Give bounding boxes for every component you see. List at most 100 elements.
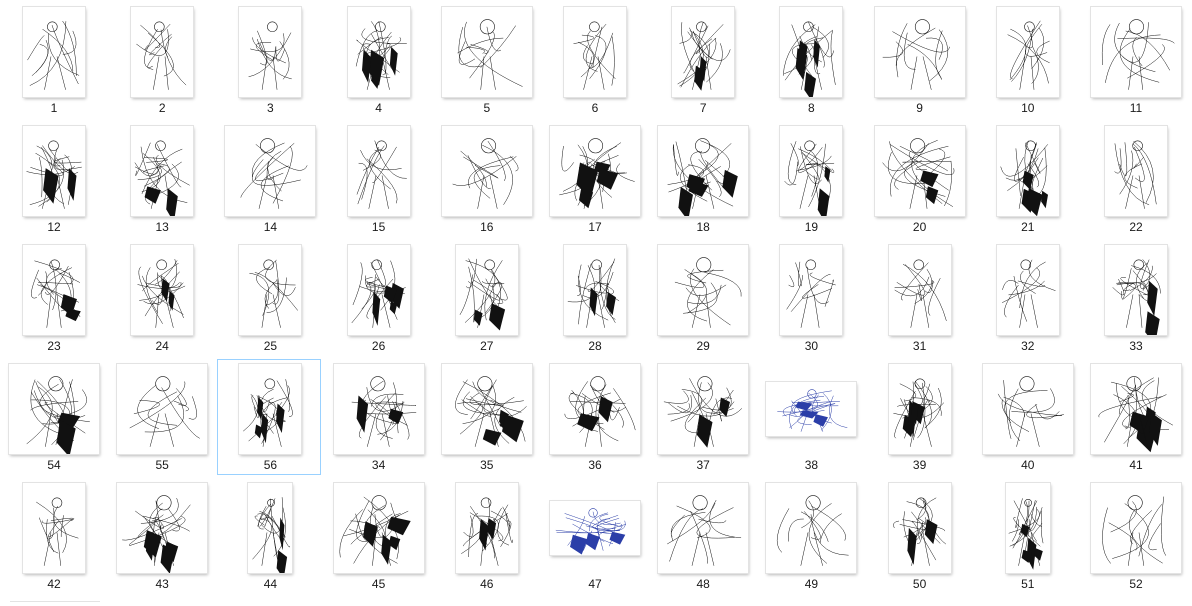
file-item-45[interactable]: 45 [326,478,430,594]
lineart-sketch-thumbnail[interactable] [996,245,1059,335]
lineart-sketch-thumbnail[interactable] [996,7,1059,97]
file-item-2[interactable]: 2 [109,2,213,118]
lineart-sketch-thumbnail[interactable] [117,364,208,454]
file-item-38[interactable]: 38 [758,359,862,475]
lineart-sketch-thumbnail[interactable] [23,483,85,573]
lineart-sketch-thumbnail[interactable] [1091,364,1181,454]
lineart-sketch-thumbnail[interactable] [1091,483,1181,573]
lineart-sketch-thumbnail[interactable] [239,364,302,454]
lineart-sketch-thumbnail[interactable] [658,483,749,573]
file-item-50[interactable]: 50 [867,478,971,594]
file-item-36[interactable]: 36 [542,359,646,475]
lineart-sketch-thumbnail[interactable] [455,245,518,335]
file-item-5[interactable]: 5 [434,2,538,118]
file-item-17[interactable]: 17 [542,121,646,237]
lineart-sketch-thumbnail[interactable] [441,364,532,454]
lineart-sketch-thumbnail[interactable] [455,483,518,573]
lineart-sketch-thumbnail[interactable] [117,483,208,573]
lineart-sketch-thumbnail[interactable] [441,7,532,97]
lineart-sketch-thumbnail[interactable] [874,7,965,97]
lineart-sketch-thumbnail[interactable] [658,245,749,335]
lineart-sketch-thumbnail[interactable] [888,364,951,454]
lineart-sketch-thumbnail[interactable] [550,364,640,454]
lineart-sketch-thumbnail[interactable] [1091,7,1181,97]
lineart-sketch-thumbnail[interactable] [766,483,857,573]
file-item-24[interactable]: 24 [109,240,213,356]
file-item-54[interactable]: 54 [1,359,105,475]
file-item-6[interactable]: 6 [542,2,646,118]
lineart-sketch-thumbnail[interactable] [982,364,1073,454]
file-item-29[interactable]: 29 [650,240,754,356]
lineart-sketch-thumbnail[interactable] [347,126,410,216]
file-item-35[interactable]: 35 [434,359,538,475]
file-item-33[interactable]: 33 [1083,240,1187,356]
lineart-sketch-thumbnail[interactable] [239,245,302,335]
file-item-10[interactable]: 10 [975,2,1079,118]
lineart-sketch-thumbnail[interactable] [23,245,85,335]
file-item-25[interactable]: 25 [217,240,321,356]
file-item-55[interactable]: 55 [109,359,213,475]
file-item-56[interactable]: 56 [217,359,322,475]
lineart-sketch-thumbnail[interactable] [996,126,1059,216]
lineart-sketch-thumbnail[interactable] [248,483,293,573]
file-item-12[interactable]: 12 [1,121,105,237]
file-item-43[interactable]: 43 [109,478,213,594]
lineart-sketch-thumbnail[interactable] [23,126,85,216]
file-item-46[interactable]: 46 [434,478,538,594]
file-item-1[interactable]: 1 [1,2,105,118]
file-item-28[interactable]: 28 [542,240,646,356]
file-item-41[interactable]: 41 [1083,359,1187,475]
file-item-47[interactable]: 47 [542,478,646,594]
lineart-sketch-thumbnail[interactable] [780,126,843,216]
file-item-40[interactable]: 40 [975,359,1079,475]
lineart-sketch-thumbnail[interactable] [874,126,965,216]
file-item-26[interactable]: 26 [326,240,430,356]
file-item-32[interactable]: 32 [975,240,1079,356]
lineart-sketch-thumbnail[interactable] [564,245,626,335]
lineart-sketch-thumbnail[interactable] [658,364,749,454]
file-item-8[interactable]: 8 [758,2,862,118]
file-item-48[interactable]: 48 [650,478,754,594]
file-item-7[interactable]: 7 [650,2,754,118]
lineart-sketch-thumbnail[interactable] [550,501,640,555]
lineart-sketch-thumbnail[interactable] [1105,126,1167,216]
file-item-13[interactable]: 13 [109,121,213,237]
lineart-sketch-thumbnail[interactable] [888,483,951,573]
file-item-44[interactable]: 44 [217,478,321,594]
lineart-sketch-thumbnail[interactable] [239,7,302,97]
file-item-20[interactable]: 20 [867,121,971,237]
lineart-sketch-thumbnail[interactable] [441,126,532,216]
lineart-sketch-thumbnail[interactable] [347,245,410,335]
file-item-19[interactable]: 19 [758,121,862,237]
file-item-31[interactable]: 31 [867,240,971,356]
lineart-sketch-thumbnail[interactable] [225,126,316,216]
file-item-4[interactable]: 4 [326,2,430,118]
lineart-sketch-thumbnail[interactable] [333,364,424,454]
file-item-9[interactable]: 9 [867,2,971,118]
lineart-sketch-thumbnail[interactable] [131,126,194,216]
lineart-sketch-thumbnail[interactable] [1105,245,1167,335]
lineart-sketch-thumbnail[interactable] [131,245,194,335]
file-item-21[interactable]: 21 [975,121,1079,237]
file-item-39[interactable]: 39 [867,359,971,475]
file-item-3[interactable]: 3 [217,2,321,118]
lineart-sketch-thumbnail[interactable] [9,364,99,454]
file-item-16[interactable]: 16 [434,121,538,237]
file-item-14[interactable]: 14 [217,121,321,237]
file-item-23[interactable]: 23 [1,240,105,356]
lineart-sketch-thumbnail[interactable] [564,7,626,97]
file-item-22[interactable]: 22 [1083,121,1187,237]
file-item-11[interactable]: 11 [1083,2,1187,118]
file-item-27[interactable]: 27 [434,240,538,356]
file-item-37[interactable]: 37 [650,359,754,475]
lineart-sketch-thumbnail[interactable] [1005,483,1050,573]
file-item-18[interactable]: 18 [650,121,754,237]
lineart-sketch-thumbnail[interactable] [131,7,194,97]
lineart-sketch-thumbnail[interactable] [658,126,749,216]
file-item-52[interactable]: 52 [1083,478,1187,594]
file-item-51[interactable]: 51 [975,478,1079,594]
file-item-42[interactable]: 42 [1,478,105,594]
file-item-15[interactable]: 15 [326,121,430,237]
file-item-34[interactable]: 34 [326,359,430,475]
lineart-sketch-thumbnail[interactable] [550,126,640,216]
